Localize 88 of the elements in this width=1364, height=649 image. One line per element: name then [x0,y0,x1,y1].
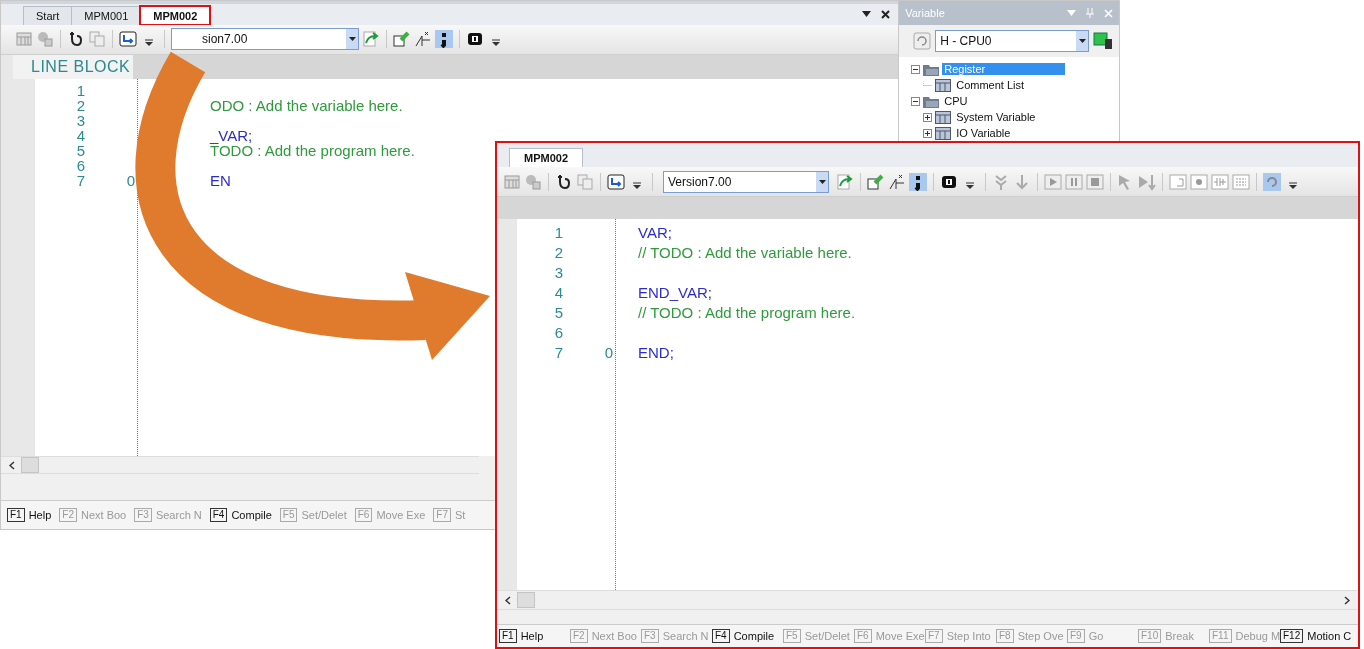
function-key-button[interactable]: F4 Compile [712,629,783,643]
function-key-button[interactable]: F12 Motion C [1280,629,1351,643]
tree-item[interactable]: CPU [942,95,970,107]
column-header: LINE BLOCK [13,54,133,79]
line-number: 1 [76,81,85,99]
device-icon[interactable] [1093,32,1114,50]
tree-item[interactable]: IO Variable [954,127,1013,139]
stop-icon[interactable] [1086,172,1104,191]
line-number: 2 [76,96,85,114]
dropdown-icon [1078,39,1086,43]
table-icon[interactable] [503,172,521,191]
axis-icon[interactable] [888,172,906,191]
record-icon[interactable] [1190,172,1208,191]
function-key-button[interactable]: F1 Help [7,508,52,523]
horizontal-scrollbar[interactable] [497,590,1358,610]
document-tab[interactable]: MPM002 [509,148,584,167]
line-number: 1 [554,224,563,241]
scrollbar-thumb[interactable] [517,592,535,608]
horizontal-scrollbar[interactable] [1,456,479,475]
cpu-dropdown[interactable]: H - CPU0 [935,30,1090,52]
semicolon-icon[interactable] [909,172,927,191]
swap-icon[interactable] [119,30,137,49]
list-icon[interactable] [1232,172,1250,191]
curve-arrow-icon[interactable] [362,30,380,49]
table-icon[interactable] [15,30,33,49]
code-text: VAR; [638,224,672,241]
line-number: 5 [76,141,85,159]
gear-icon[interactable] [36,30,54,49]
scrollbar-thumb[interactable] [21,457,39,474]
line-number: 6 [76,156,85,174]
grid-icon [935,126,952,140]
code-text: END; [638,344,674,361]
line-number: 7 [554,344,563,361]
gear-icon[interactable] [524,172,542,191]
contact-icon[interactable] [1211,172,1229,191]
code-text: END_VAR; [638,284,712,301]
expander-icon[interactable] [911,96,921,106]
tree-item[interactable]: System Variable [954,111,1038,123]
code-text: ODO : Add the variable here. [210,96,403,114]
refresh-icon[interactable] [913,32,932,50]
expander-icon[interactable] [911,64,921,74]
scroll-left-icon[interactable] [9,460,15,470]
play-icon[interactable] [1044,172,1062,191]
function-key-button[interactable]: F4 Compile [209,508,272,523]
panel-title: Variable [905,7,945,19]
folder-icon [923,62,940,76]
step-icon[interactable] [1138,172,1156,191]
grid-icon [935,78,952,92]
version-dropdown[interactable]: Version7.00 [663,170,829,193]
document-tab[interactable]: MPM001 [71,5,142,25]
dropdown-icon [818,179,826,184]
expander-icon[interactable] [923,128,933,138]
line-number: 3 [554,264,563,281]
dropdown-icon[interactable] [862,11,872,18]
pause-icon[interactable] [1065,172,1083,191]
down-arrow-icon[interactable] [1013,172,1031,191]
code-text: // TODO : Add the program here. [638,304,856,321]
line-number: 6 [554,324,563,341]
grid-icon [935,110,952,124]
version-dropdown[interactable]: sion7.00 [171,28,359,51]
swap-icon[interactable] [607,172,625,191]
line-number: 4 [76,126,85,144]
document-tab[interactable]: MPM002 [140,5,211,25]
hook-icon[interactable] [555,172,573,191]
curve-arrow-icon[interactable] [836,172,854,191]
document-tab[interactable]: Start [23,5,73,25]
close-icon[interactable] [881,9,891,19]
tree-item[interactable]: Comment List [954,79,1027,91]
scroll-right-icon[interactable] [1344,595,1350,605]
function-key-button[interactable]: F1 Help [499,629,570,643]
step-number: 0 [604,344,613,361]
scroll-left-icon[interactable] [505,595,511,605]
line-number: 7 [76,171,85,189]
step-number: 0 [126,171,135,189]
semicolon-icon[interactable] [435,30,453,49]
expander-icon[interactable] [923,112,933,122]
code-text: // TODO : Add the variable here. [638,244,852,261]
hook-icon[interactable] [67,30,85,49]
code-text: EN [210,171,231,189]
line-number: 4 [554,284,563,301]
folder-icon [923,94,940,108]
line-number: 2 [554,244,563,261]
axis-icon[interactable] [414,30,432,49]
line-number: 3 [76,111,85,129]
code-text: _VAR; [210,126,253,144]
line-number: 5 [554,304,563,321]
dropdown-icon [348,37,356,42]
window-icon[interactable] [1169,172,1187,191]
